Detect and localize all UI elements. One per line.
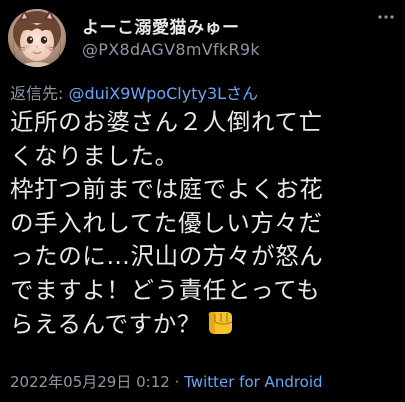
more-icon[interactable] (375, 6, 397, 28)
tweet-line: 枠打つ前までは庭でよくお花 (10, 175, 324, 204)
tweet-line: でますよ！どう責任とっても (10, 275, 321, 304)
tweet-line: 近所のお婆さん２人倒れて亡 (10, 108, 323, 136)
meta-separator: · (169, 373, 185, 391)
avatar-image (8, 9, 66, 67)
tweet-line: くなりました。 (10, 141, 179, 170)
tweet-text: 近所のお婆さん２人倒れて亡 くなりました。 枠打つ前までは庭でよくお花 の手入れ… (10, 106, 398, 341)
tweet-line: ったのに…沢山の方々が怒ん (10, 242, 324, 271)
reply-prefix: 返信先: (10, 84, 69, 103)
reply-handle-link[interactable]: @duiX9WpoClyty3Lさん (68, 84, 258, 103)
tweet-line-text: らえるんですか？ (10, 309, 201, 338)
user-handle[interactable]: @PX8dAGV8mVfkR9k (82, 40, 260, 59)
tweet-meta: 2022年05月29日 0:12 · Twitter for Android (10, 371, 323, 392)
tweet-card: よーこ溺愛猫みゅー @PX8dAGV8mVfkR9k 返信先: @duiX9Wp… (0, 0, 405, 402)
reply-context: 返信先: @duiX9WpoClyty3Lさん (10, 80, 258, 104)
more-dots-glyph (378, 15, 394, 19)
display-name[interactable]: よーこ溺愛猫みゅー (82, 13, 240, 38)
tweet-line-last: らえるんですか？ (10, 308, 398, 342)
tweet-line: の手入れしてた優しい方々だ (10, 208, 323, 237)
source-link[interactable]: Twitter for Android (184, 373, 322, 391)
timestamp[interactable]: 2022年05月29日 0:12 (10, 373, 170, 391)
oncoming-fist-icon (205, 310, 235, 346)
avatar[interactable] (8, 9, 66, 67)
